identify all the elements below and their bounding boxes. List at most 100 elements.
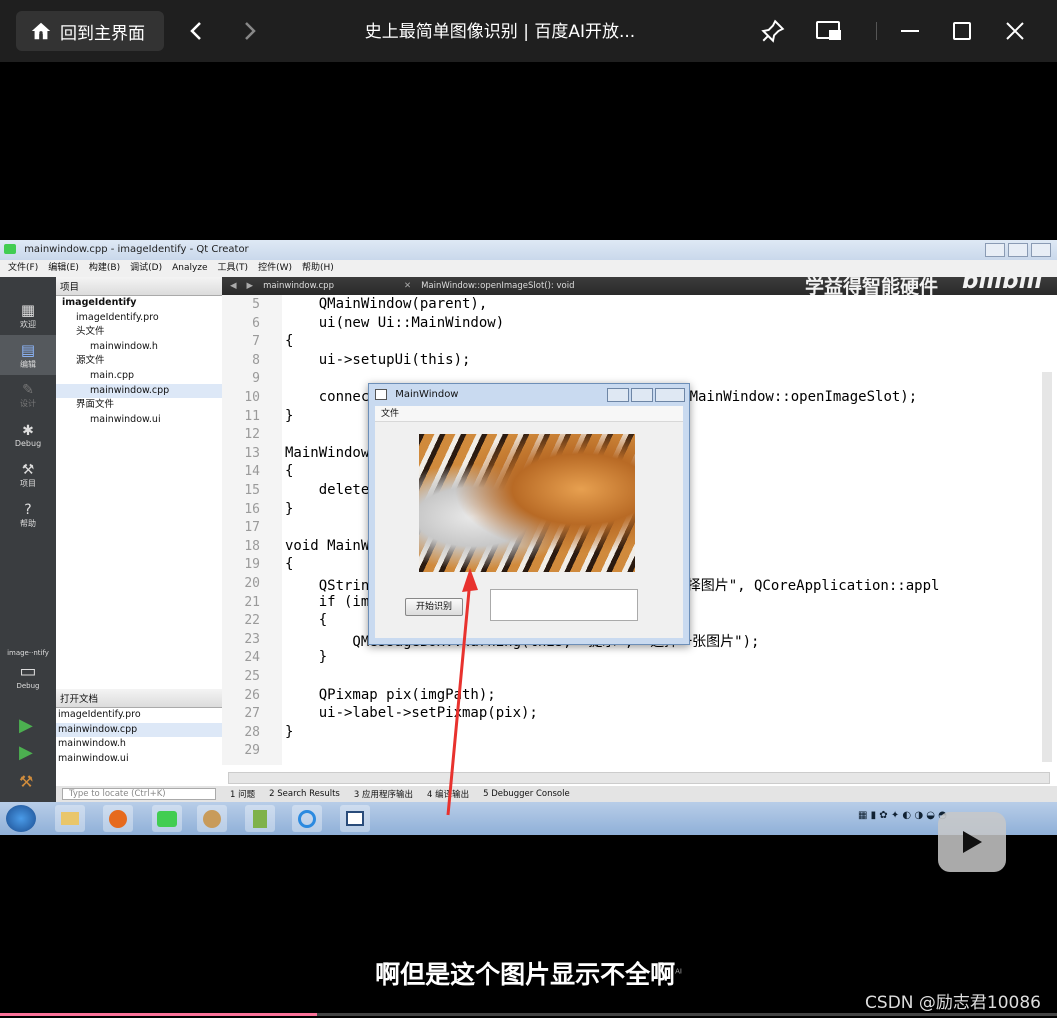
mini-player-button[interactable] — [812, 14, 846, 48]
maximize-button[interactable] — [945, 14, 979, 48]
mode-projects[interactable]: ⚒ 项目 — [0, 455, 56, 495]
code-line[interactable]: { — [285, 463, 293, 479]
nav-back-icon[interactable]: ◀ — [230, 281, 237, 291]
paint-icon[interactable] — [197, 805, 227, 832]
code-line[interactable]: } — [285, 501, 293, 517]
code-line[interactable]: if (im — [285, 594, 370, 610]
maximize-icon — [953, 22, 971, 40]
code-line[interactable]: { — [285, 556, 293, 572]
editor-function-selector[interactable]: MainWindow::openImageSlot(): void — [421, 281, 574, 291]
code-line[interactable]: void MainW — [285, 538, 369, 554]
code-line[interactable]: } — [285, 724, 293, 740]
output-tab[interactable]: 3 应用程序输出 — [354, 788, 413, 800]
internet-explorer-icon[interactable] — [292, 805, 322, 832]
chevron-left-icon — [190, 22, 201, 40]
debug-run-icon[interactable]: ▶ — [19, 742, 33, 763]
back-button[interactable] — [182, 16, 212, 46]
tree-item[interactable]: 源文件 — [56, 354, 222, 369]
tree-item-label: 头文件 — [76, 326, 105, 338]
mode-debug[interactable]: ✱ Debug — [0, 415, 56, 455]
video-progress-fill — [0, 1013, 318, 1016]
locate-input[interactable]: Type to locate (Ctrl+K) — [62, 788, 216, 800]
pin-button[interactable] — [756, 14, 790, 48]
popup-minimize-button[interactable] — [607, 388, 629, 402]
tree-item[interactable]: mainwindow.ui — [56, 413, 222, 428]
app-main-window[interactable]: MainWindow 文件 开始识别 — [368, 383, 690, 645]
forward-button[interactable] — [234, 16, 264, 46]
tree-item[interactable]: imageIdentify.pro — [56, 311, 222, 326]
build-hammer-icon[interactable]: ⚒ — [19, 772, 33, 791]
tree-item-label: 源文件 — [76, 355, 105, 367]
minimize-button[interactable] — [893, 14, 927, 48]
editor-file-tab[interactable]: mainwindow.cpp — [263, 281, 334, 291]
tree-item[interactable]: mainwindow.cpp — [56, 383, 222, 399]
code-line[interactable]: QMainWindow(parent), — [285, 296, 488, 312]
qt-minimize-button[interactable] — [985, 243, 1005, 257]
tree-item[interactable]: 界面文件 — [56, 398, 222, 413]
qt-creator-icon[interactable] — [152, 805, 182, 832]
output-tab[interactable]: 1 问题 — [230, 788, 255, 800]
menu-item[interactable]: Analyze — [172, 260, 207, 277]
qt-close-button[interactable] — [1031, 243, 1051, 257]
horizontal-scrollbar[interactable] — [228, 772, 1050, 784]
popup-maximize-button[interactable] — [631, 388, 653, 402]
notepad-icon[interactable] — [245, 805, 275, 832]
menu-item[interactable]: 控件(W) — [258, 260, 292, 277]
output-pane-bar: Type to locate (Ctrl+K) 1 问题 2 Search Re… — [56, 786, 1057, 802]
menu-item[interactable]: 调试(D) — [130, 260, 162, 277]
home-button[interactable]: 回到主界面 — [16, 11, 164, 51]
code-line[interactable]: ui->label->setPixmap(pix); — [285, 705, 538, 721]
output-tab[interactable]: 2 Search Results — [269, 789, 340, 799]
mode-edit[interactable]: ▤ 编辑 — [0, 335, 56, 375]
menu-item[interactable]: 文件(F) — [8, 260, 38, 277]
qt-maximize-button[interactable] — [1008, 243, 1028, 257]
chevron-right-icon — [245, 22, 256, 40]
play-button[interactable] — [938, 812, 1006, 872]
open-doc-item[interactable]: mainwindow.cpp — [56, 722, 222, 738]
menu-item[interactable]: 构建(B) — [89, 260, 120, 277]
output-tab[interactable]: 5 Debugger Console — [483, 789, 570, 799]
code-line[interactable]: } — [285, 408, 293, 424]
code-line[interactable]: { — [285, 333, 293, 349]
result-text-box[interactable] — [490, 589, 638, 621]
code-line[interactable]: } — [285, 649, 327, 665]
tree-item[interactable]: mainwindow.h — [56, 340, 222, 355]
app-window-icon[interactable] — [340, 805, 370, 832]
app-window-title: MainWindow — [395, 389, 459, 400]
code-line[interactable]: delete — [285, 482, 370, 498]
close-tab-icon[interactable]: ✕ — [404, 281, 411, 291]
close-button[interactable] — [998, 14, 1032, 48]
tree-item[interactable]: 头文件 — [56, 325, 222, 340]
tree-item-label: mainwindow.cpp — [90, 384, 170, 396]
project-tree: imageIdentify imageIdentify.pro 头文件 mainwin… — [56, 296, 222, 427]
code-line[interactable]: ui->setupUi(this); — [285, 352, 471, 368]
run-icon[interactable]: ▶ — [19, 715, 33, 736]
mode-design[interactable]: ✎ 设计 — [0, 375, 56, 415]
mode-welcome[interactable]: ▦ 欢迎 — [0, 295, 56, 335]
system-tray-icons[interactable]: ▦ ▮ ✿ ✦ ◐ ◑ ◒ ◓ — [858, 810, 947, 821]
video-progress-bar[interactable] — [0, 1013, 1057, 1016]
mode-help[interactable]: ? 帮助 — [0, 495, 56, 535]
tree-item[interactable]: imageIdentify — [56, 296, 222, 311]
explorer-icon[interactable] — [55, 805, 85, 832]
app-window-titlebar: MainWindow — [369, 384, 689, 406]
kit-selector[interactable]: image··ntify ▭ Debug — [0, 649, 56, 690]
open-doc-item[interactable]: imageIdentify.pro — [56, 708, 222, 723]
vertical-scrollbar[interactable] — [1042, 372, 1052, 762]
firefox-icon[interactable] — [103, 805, 133, 832]
popup-menu-file[interactable]: 文件 — [381, 409, 399, 419]
tree-item[interactable]: main.cpp — [56, 369, 222, 384]
video-frame[interactable]: mainwindow.cpp - imageIdentify - Qt Crea… — [0, 240, 1057, 835]
code-line[interactable]: MainWindow — [285, 445, 369, 461]
code-line[interactable]: { — [285, 612, 327, 628]
menu-item[interactable]: 帮助(H) — [302, 260, 334, 277]
tiger-image — [419, 434, 635, 572]
nav-forward-icon[interactable]: ▶ — [247, 281, 254, 291]
open-doc-item[interactable]: mainwindow.ui — [56, 752, 222, 767]
code-line[interactable]: ui(new Ui::MainWindow) — [285, 315, 504, 331]
start-orb-icon[interactable] — [6, 805, 36, 832]
popup-close-button[interactable] — [655, 388, 685, 402]
menu-item[interactable]: 编辑(E) — [48, 260, 79, 277]
menu-item[interactable]: 工具(T) — [218, 260, 249, 277]
open-doc-item[interactable]: mainwindow.h — [56, 737, 222, 752]
